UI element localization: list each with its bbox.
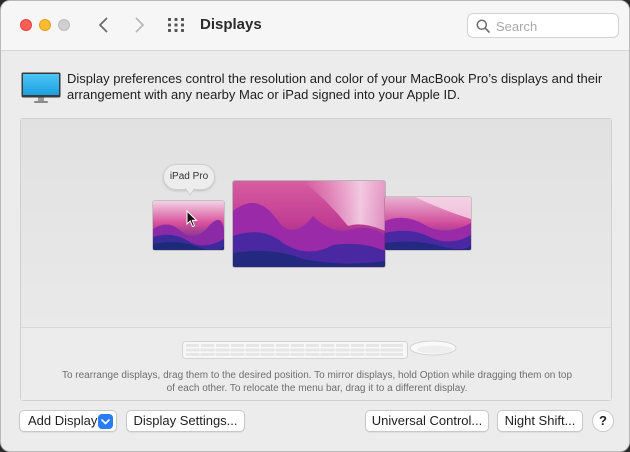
back-button[interactable] [94, 15, 114, 35]
mouse-image [409, 340, 457, 356]
tooltip-tail [185, 188, 195, 196]
search-icon [476, 19, 490, 33]
window-title: Displays [200, 16, 262, 33]
chevron-down-icon [101, 419, 110, 425]
display-arrangement-area[interactable]: iPad Pro To rearrange displays, drag the… [20, 118, 612, 401]
show-all-button[interactable] [167, 17, 185, 33]
universal-control-button[interactable]: Universal Control... [365, 410, 489, 432]
forward-button[interactable] [129, 15, 149, 35]
zoom-window-button[interactable] [58, 19, 70, 31]
ipad-label-tooltip: iPad Pro [163, 164, 215, 190]
main-display-thumbnail[interactable] [233, 181, 385, 267]
add-display-label: Add Display [28, 413, 98, 428]
keyboard-image [182, 341, 408, 359]
add-display-button[interactable]: Add Display [19, 410, 117, 432]
arrangement-hint-text: To rearrange displays, drag them to the … [61, 370, 573, 394]
wallpaper-image [233, 181, 385, 267]
chevron-right-icon [135, 17, 144, 33]
help-button[interactable]: ? [592, 410, 614, 432]
description-text: Display preferences control the resoluti… [67, 71, 603, 102]
search-input[interactable] [496, 17, 614, 35]
wallpaper-image [385, 197, 471, 250]
display-settings-button[interactable]: Display Settings... [126, 410, 245, 432]
toolbar: Displays [1, 1, 629, 51]
cursor-icon [186, 210, 198, 228]
search-field[interactable] [467, 13, 619, 38]
dropdown-chevron[interactable] [98, 414, 113, 429]
chevron-left-icon [99, 17, 108, 33]
monitor-icon [21, 72, 61, 103]
minimize-window-button[interactable] [39, 19, 51, 31]
grid-icon [168, 18, 184, 32]
close-window-button[interactable] [20, 19, 32, 31]
system-preferences-window: Displays Display preferences control the… [0, 0, 630, 452]
night-shift-button[interactable]: Night Shift... [497, 410, 583, 432]
secondary-display-thumbnail[interactable] [385, 197, 471, 250]
